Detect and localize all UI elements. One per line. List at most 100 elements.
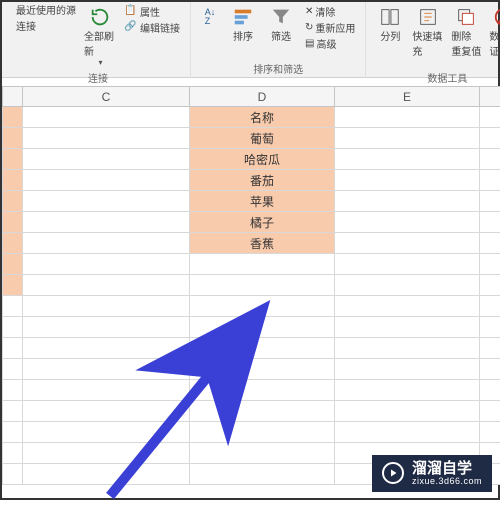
cell[interactable] [23,170,190,191]
cell[interactable] [480,422,500,443]
cell[interactable] [3,422,23,443]
cell[interactable] [480,170,500,191]
cell[interactable] [23,359,190,380]
cell[interactable] [190,254,335,275]
flash-fill-button[interactable]: 快速填充 [410,4,446,60]
cell[interactable] [3,464,23,485]
cell[interactable] [23,338,190,359]
cell[interactable] [335,170,480,191]
cell[interactable] [335,296,480,317]
cell[interactable] [190,359,335,380]
cell[interactable] [23,212,190,233]
cell[interactable] [335,254,480,275]
cell[interactable] [480,296,500,317]
sort-button[interactable]: 排序 [225,4,261,45]
cell[interactable]: 葡萄 [190,128,335,149]
cell[interactable] [23,401,190,422]
cell[interactable] [190,422,335,443]
cell[interactable] [335,359,480,380]
reapply-item[interactable]: ↻重新应用 [305,20,355,35]
cell[interactable] [335,380,480,401]
cell[interactable] [190,464,335,485]
cell[interactable]: 橘子 [190,212,335,233]
col-header-e[interactable]: E [335,87,480,107]
col-header-f[interactable] [480,87,500,107]
cell[interactable]: 苹果 [190,191,335,212]
cell[interactable] [3,107,23,128]
cell[interactable] [335,107,480,128]
cell[interactable] [23,422,190,443]
cell[interactable]: 哈密瓜 [190,149,335,170]
cell[interactable] [3,443,23,464]
cell[interactable] [23,317,190,338]
cell[interactable] [190,317,335,338]
cell[interactable] [23,254,190,275]
cell[interactable] [23,128,190,149]
cell[interactable] [23,233,190,254]
properties-item[interactable]: 📋属性 [124,4,180,19]
cell[interactable] [480,401,500,422]
cell[interactable]: 香蕉 [190,233,335,254]
cell[interactable] [3,191,23,212]
cell[interactable] [23,296,190,317]
cell[interactable] [3,401,23,422]
cell[interactable] [3,233,23,254]
cell[interactable] [23,275,190,296]
cell[interactable] [190,296,335,317]
cell[interactable] [3,149,23,170]
cell[interactable] [480,149,500,170]
cell[interactable] [480,191,500,212]
cell[interactable] [480,128,500,149]
col-header-d[interactable]: D [190,87,335,107]
cell[interactable] [3,338,23,359]
cell[interactable] [335,317,480,338]
cell[interactable] [190,275,335,296]
cell[interactable] [335,275,480,296]
cell[interactable] [23,191,190,212]
cell[interactable] [480,359,500,380]
cell[interactable] [335,233,480,254]
cell[interactable] [3,170,23,191]
cell[interactable] [190,380,335,401]
cell[interactable] [335,128,480,149]
remove-duplicates-button[interactable]: 删除重复值 [448,4,484,60]
cell[interactable] [3,254,23,275]
cell[interactable] [335,149,480,170]
cell[interactable] [335,191,480,212]
text-to-columns-button[interactable]: 分列 [372,4,408,45]
cell[interactable]: 番茄 [190,170,335,191]
cell[interactable] [190,443,335,464]
existing-connections-item[interactable]: 连接 [16,18,76,33]
cell[interactable] [480,233,500,254]
cell[interactable] [23,443,190,464]
cell[interactable] [23,380,190,401]
cell[interactable] [480,212,500,233]
cell[interactable] [3,359,23,380]
edit-links-item[interactable]: 🔗编辑链接 [124,20,180,35]
cell[interactable] [480,254,500,275]
cell[interactable] [335,338,480,359]
cell[interactable] [3,380,23,401]
cell[interactable]: 名称 [190,107,335,128]
data-validation-button[interactable]: 数据验证 [486,4,500,69]
refresh-all-button[interactable]: 全部刷新 [82,4,118,69]
cell[interactable] [190,338,335,359]
cell[interactable] [190,401,335,422]
cell[interactable] [3,296,23,317]
cell[interactable] [23,149,190,170]
col-header-blank[interactable] [3,87,23,107]
cell[interactable] [480,338,500,359]
cell[interactable] [335,401,480,422]
cell[interactable] [480,317,500,338]
advanced-filter-item[interactable]: ▤高级 [305,36,355,51]
filter-button[interactable]: 筛选 [263,4,299,45]
clear-filter-item[interactable]: ✕清除 [305,4,355,19]
cell[interactable] [3,128,23,149]
cell[interactable] [480,275,500,296]
cell[interactable] [480,380,500,401]
cell[interactable] [480,107,500,128]
cell[interactable] [3,275,23,296]
cell[interactable] [23,464,190,485]
sort-az-button[interactable]: A↓Z [197,4,223,30]
spreadsheet-grid[interactable]: C D E 名称葡萄哈密瓜番茄苹果橘子香蕉 [2,86,498,485]
